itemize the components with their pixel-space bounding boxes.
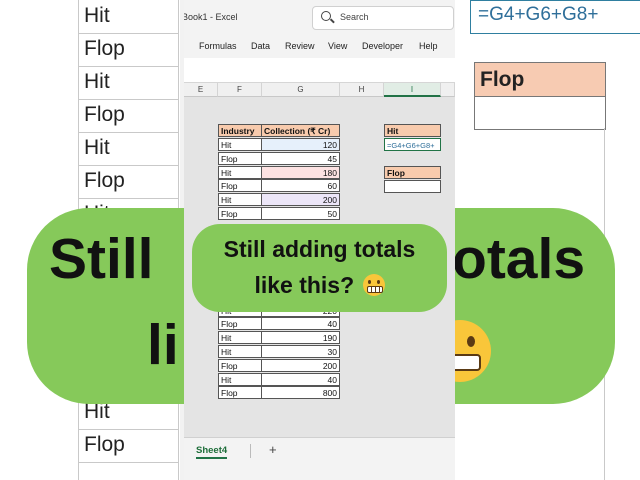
industry-cell[interactable]: Flop: [218, 207, 262, 220]
collection-cell[interactable]: 40: [261, 317, 340, 331]
flop-value-cell[interactable]: [384, 180, 441, 193]
industry-cell[interactable]: Flop: [218, 386, 262, 400]
collection-cell[interactable]: 800: [261, 386, 340, 400]
bg-word: Flop: [84, 37, 125, 60]
bg-gridline: [78, 33, 178, 34]
industry-cell[interactable]: Hit: [218, 345, 262, 358]
bg-gridline: [78, 462, 178, 463]
collection-cell[interactable]: 50: [261, 207, 340, 220]
collection-cell[interactable]: 190: [261, 331, 340, 345]
bg-word: Flop: [84, 433, 125, 456]
column-header-g[interactable]: G: [262, 83, 340, 97]
industry-cell[interactable]: Flop: [218, 358, 262, 372]
menu-data[interactable]: Data: [251, 41, 270, 51]
collection-cell[interactable]: 30: [261, 345, 340, 358]
ribbon-body: [184, 58, 455, 83]
collection-cell[interactable]: 200: [261, 358, 340, 372]
caption-line-2: like this?: [254, 272, 355, 298]
industry-cell[interactable]: Flop: [218, 317, 262, 331]
column-header-i[interactable]: I: [384, 83, 441, 97]
menu-view[interactable]: View: [328, 41, 347, 51]
caption-line-1: Still adding totals: [223, 236, 416, 262]
search-icon: [321, 11, 331, 21]
collection-cell[interactable]: 60: [261, 179, 340, 193]
add-sheet-button[interactable]: +: [269, 442, 277, 457]
flop-label-cell[interactable]: Flop: [384, 166, 441, 179]
bg-gridline: [78, 165, 178, 166]
search-placeholder: Search: [340, 12, 369, 22]
bg-flop-empty-cell: [474, 96, 606, 130]
bg-gridline: [78, 99, 178, 100]
bg-gridline: [78, 66, 178, 67]
bg-caption-line2: li: [147, 313, 179, 377]
bg-word: Hit: [84, 136, 110, 159]
header-industry[interactable]: Industry: [218, 124, 262, 137]
bg-gridline: [78, 198, 178, 199]
menu-review[interactable]: Review: [285, 41, 315, 51]
column-header-j[interactable]: [441, 83, 455, 97]
industry-cell[interactable]: Hit: [218, 138, 262, 151]
collection-cell[interactable]: 40: [261, 372, 340, 386]
industry-cell[interactable]: Hit: [218, 165, 262, 179]
window-title: Book1 - Excel: [184, 12, 238, 22]
bg-caption-left: Still: [49, 227, 154, 291]
bg-gridline: [78, 429, 178, 430]
bg-formula-text: =G4+G6+G8+: [478, 4, 599, 25]
bg-word: Hit: [84, 4, 110, 27]
caption-line-2-wrap: like this?: [192, 272, 447, 299]
collection-cell[interactable]: 120: [261, 138, 340, 151]
bg-word: Hit: [84, 70, 110, 93]
industry-cell[interactable]: Hit: [218, 193, 262, 207]
industry-cell[interactable]: Flop: [218, 151, 262, 165]
industry-cell[interactable]: Hit: [218, 331, 262, 345]
bg-caption-right: otals: [452, 227, 586, 291]
search-box[interactable]: Search: [312, 6, 454, 30]
bg-word: Flop: [84, 103, 125, 126]
industry-cell[interactable]: Hit: [218, 372, 262, 386]
collection-cell[interactable]: 45: [261, 151, 340, 165]
header-collection[interactable]: Collection (₹ Cr): [261, 124, 340, 137]
sheet-tab-sheet4[interactable]: Sheet4: [196, 445, 228, 459]
column-header-e[interactable]: E: [184, 83, 218, 97]
hit-formula-cell[interactable]: =G4+G6+G8+: [384, 138, 441, 151]
bg-gridline: [78, 132, 178, 133]
industry-cell[interactable]: Flop: [218, 179, 262, 193]
bg-word: Flop: [84, 169, 125, 192]
menu-developer[interactable]: Developer: [362, 41, 403, 51]
column-header-f[interactable]: F: [218, 83, 262, 97]
menu-formulas[interactable]: Formulas: [199, 41, 237, 51]
title-bar: Book1 - Excel Search: [184, 0, 455, 34]
collection-cell[interactable]: 180: [261, 165, 340, 179]
tab-separator: [250, 444, 251, 458]
caption-bubble: Still adding totals like this?: [192, 224, 447, 312]
column-header-h[interactable]: H: [340, 83, 384, 97]
collection-cell[interactable]: 200: [261, 193, 340, 207]
bg-flop-label: Flop: [480, 68, 525, 91]
menu-help[interactable]: Help: [419, 41, 438, 51]
hit-label-cell[interactable]: Hit: [384, 124, 441, 137]
grimace-emoji-icon: [362, 274, 385, 296]
